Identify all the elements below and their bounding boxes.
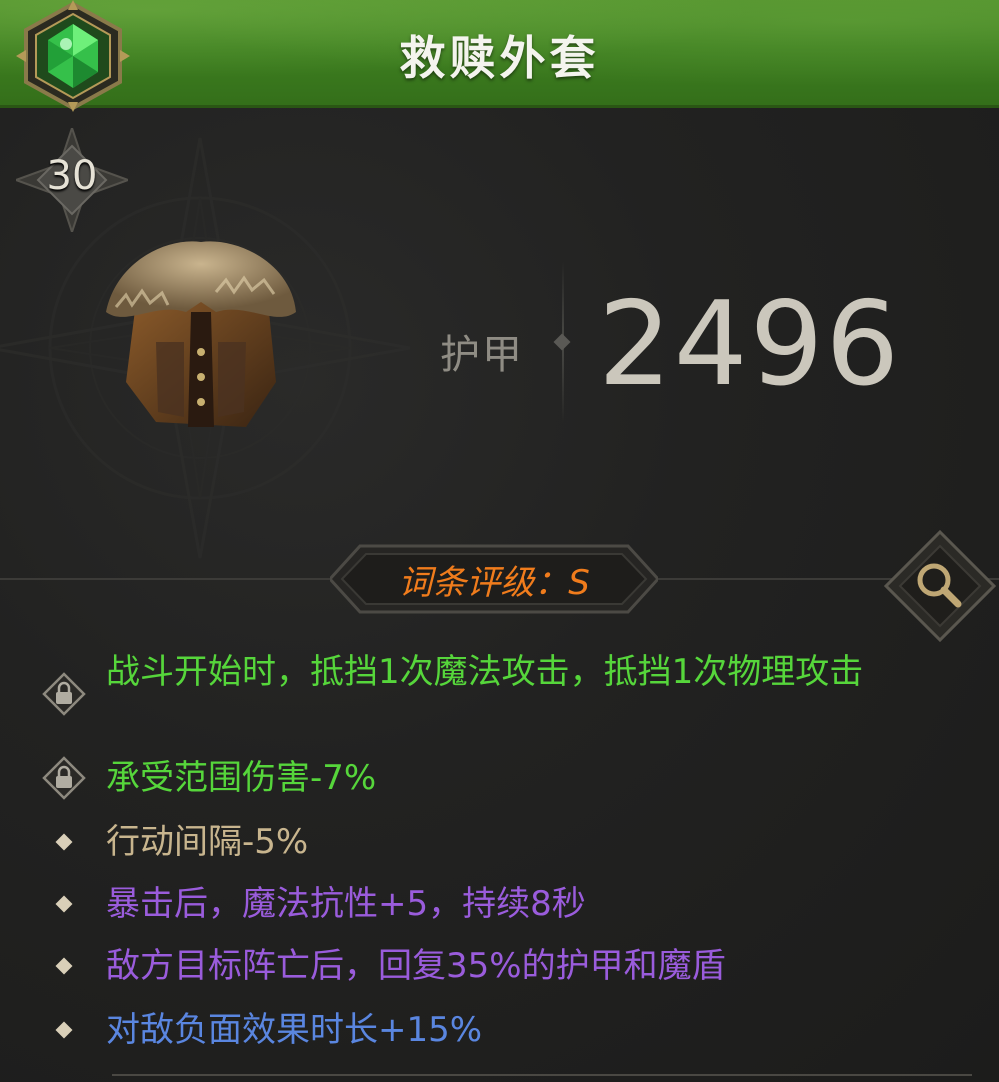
item-name: 救赎外套 xyxy=(399,31,600,85)
item-tooltip-card: 救赎外套 30 护甲 2496 词条评级：S 战斗开始时，抵挡1次魔法攻击，抵挡… xyxy=(0,0,999,1082)
item-level: 30 xyxy=(46,153,98,199)
lock-icon xyxy=(42,672,86,716)
affix-text: 暴击后，魔法抗性+5，持续8秒 xyxy=(106,884,586,924)
diamond-bullet-icon xyxy=(55,833,73,851)
divider-diamond-icon xyxy=(553,333,571,351)
lock-icon xyxy=(42,756,86,800)
diamond-bullet-icon xyxy=(55,895,73,913)
bottom-divider xyxy=(112,1074,972,1076)
affix-text: 对敌负面效果时长+15% xyxy=(106,1010,483,1050)
affix-text: 敌方目标阵亡后，回复35%的护甲和魔盾 xyxy=(106,946,726,986)
armor-label: 护甲 xyxy=(440,332,524,378)
affix-rating: 词条评级：S xyxy=(398,563,590,603)
magnifier-icon[interactable] xyxy=(884,530,996,642)
affix-text: 承受范围伤害-7% xyxy=(106,758,377,798)
diamond-bullet-icon xyxy=(55,1021,73,1039)
tooltip-header: 救赎外套 xyxy=(0,0,999,112)
diamond-bullet-icon xyxy=(55,957,73,975)
fur-coat-armor-image xyxy=(106,241,296,427)
affix-text: 战斗开始时，抵挡1次魔法攻击，抵挡1次物理攻击 xyxy=(106,652,864,692)
affix-text: 行动间隔-5% xyxy=(106,822,309,862)
armor-value: 2496 xyxy=(598,277,902,412)
